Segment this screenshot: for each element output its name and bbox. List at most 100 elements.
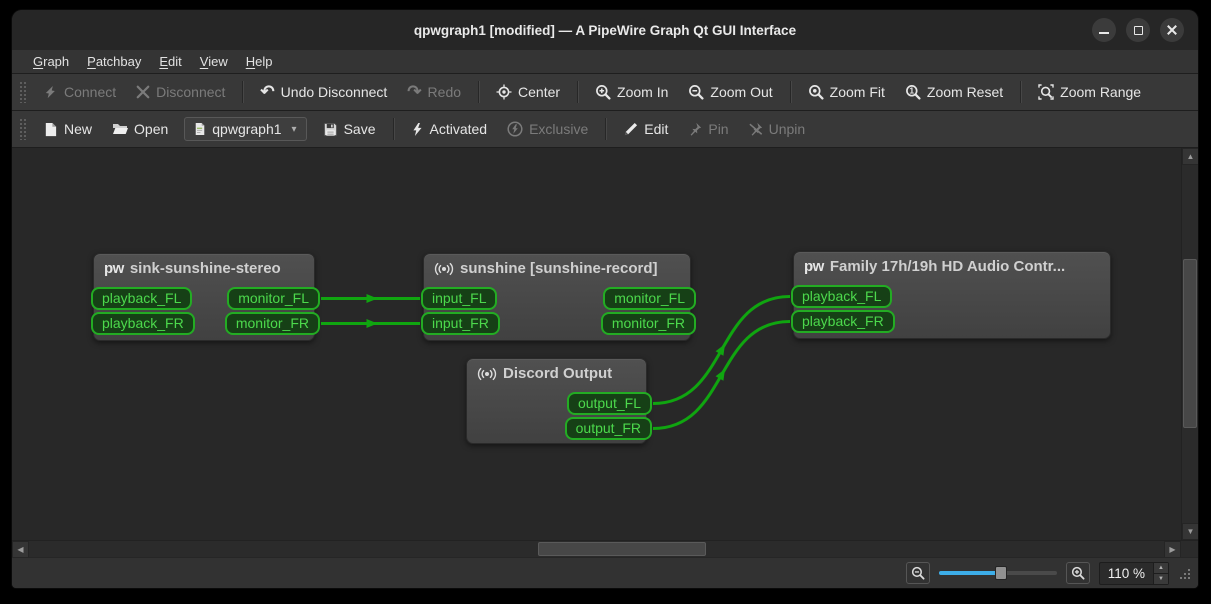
zoom-fit-button[interactable]: Zoom Fit bbox=[800, 79, 893, 105]
input-port-playback_FR[interactable]: playback_FR bbox=[791, 310, 895, 333]
connections-layer bbox=[321, 294, 791, 430]
toolbar-drag-handle[interactable] bbox=[19, 118, 26, 140]
vertical-scrollbar[interactable]: ▲ ▼ bbox=[1181, 148, 1198, 540]
input-port-input_FR[interactable]: input_FR bbox=[421, 312, 500, 335]
zoom-out-icon bbox=[689, 85, 704, 100]
new-button[interactable]: New bbox=[35, 116, 100, 142]
toolbar-separator bbox=[1020, 81, 1022, 103]
node-title: pw Family 17h/19h HD Audio Contr... bbox=[794, 252, 1110, 281]
graph-canvas[interactable]: pw sink-sunshine-stereo playback_FL playbac… bbox=[12, 148, 1181, 540]
vertical-scrollbar-track[interactable] bbox=[1182, 165, 1198, 523]
menu-help[interactable]: Help bbox=[237, 52, 282, 71]
activated-button[interactable]: Activated bbox=[403, 116, 496, 142]
zoom-slider-fill bbox=[938, 571, 1002, 575]
menu-graph[interactable]: Graph bbox=[24, 52, 78, 71]
output-port-monitor_FL[interactable]: monitor_FL bbox=[603, 287, 696, 310]
undo-button[interactable]: ↶ Undo Disconnect bbox=[252, 79, 395, 105]
scroll-right-icon: ▶ bbox=[1169, 545, 1176, 554]
exclusive-button[interactable]: Exclusive bbox=[499, 116, 596, 142]
scroll-right-button[interactable]: ▶ bbox=[1164, 541, 1181, 558]
zoom-range-button[interactable]: Zoom Range bbox=[1030, 79, 1149, 105]
center-button[interactable]: Center bbox=[488, 79, 568, 105]
node-title: Discord Output bbox=[467, 359, 646, 388]
titlebar[interactable]: qpwgraph1 [modified] — A PipeWire Graph … bbox=[12, 10, 1198, 50]
spin-down-button[interactable]: ▼ bbox=[1154, 572, 1168, 584]
node-title-text: sink-sunshine-stereo bbox=[129, 260, 281, 277]
menu-patchbay[interactable]: Patchbay bbox=[78, 52, 150, 71]
menu-edit[interactable]: Edit bbox=[150, 52, 190, 71]
stream-icon bbox=[434, 262, 454, 276]
vertical-scrollbar-thumb[interactable] bbox=[1183, 259, 1197, 428]
disconnect-icon bbox=[136, 85, 150, 99]
input-port-playback_FL[interactable]: playback_FL bbox=[91, 287, 193, 310]
scroll-left-button[interactable]: ◀ bbox=[12, 541, 29, 558]
exclusive-bolt-icon bbox=[507, 121, 523, 137]
statusbar: 110 % ▲ ▼ bbox=[12, 557, 1198, 588]
output-port-monitor_FL[interactable]: monitor_FL bbox=[227, 287, 320, 310]
toolbar-separator bbox=[577, 81, 579, 103]
connection-arrow-icon bbox=[715, 343, 726, 356]
disconnect-button[interactable]: Disconnect bbox=[128, 79, 233, 105]
pipewire-icon: pw bbox=[804, 258, 824, 275]
input-port-playback_FL[interactable]: playback_FL bbox=[791, 285, 893, 308]
output-port-monitor_FR[interactable]: monitor_FR bbox=[600, 312, 696, 335]
unpin-button[interactable]: Unpin bbox=[741, 116, 814, 142]
open-button[interactable]: Open bbox=[104, 116, 176, 142]
menu-patchbay-label: P bbox=[87, 54, 96, 69]
horizontal-scrollbar-thumb[interactable] bbox=[538, 542, 706, 556]
scroll-up-icon: ▲ bbox=[1186, 152, 1195, 161]
menubar: Graph Patchbay Edit View Help bbox=[12, 50, 1198, 74]
maximize-icon bbox=[1133, 25, 1143, 35]
zoom-spinbox[interactable]: 110 % ▲ ▼ bbox=[1098, 561, 1169, 585]
zoom-range-icon bbox=[1038, 84, 1054, 100]
save-button[interactable]: Save bbox=[315, 116, 384, 142]
toolbar-drag-handle[interactable] bbox=[19, 81, 26, 103]
menu-view-label: V bbox=[199, 54, 209, 69]
zoom-out-button[interactable]: Zoom Out bbox=[680, 79, 780, 105]
minimize-button[interactable] bbox=[1092, 18, 1116, 42]
scroll-down-button[interactable]: ▼ bbox=[1182, 523, 1198, 540]
edit-button[interactable]: Edit bbox=[615, 116, 676, 142]
resize-grip[interactable] bbox=[1178, 567, 1191, 580]
spin-up-button[interactable]: ▲ bbox=[1154, 562, 1168, 573]
maximize-button[interactable] bbox=[1126, 18, 1150, 42]
status-zoom-in-button[interactable] bbox=[1065, 562, 1090, 584]
zoom-in-button[interactable]: Zoom In bbox=[587, 79, 676, 105]
connect-button[interactable]: Connect bbox=[35, 79, 124, 105]
toolbar-separator bbox=[605, 118, 607, 140]
status-zoom-out-button[interactable] bbox=[905, 562, 930, 584]
input-port-playback_FR[interactable]: playback_FR bbox=[91, 312, 195, 335]
redo-icon: ↷ bbox=[407, 82, 422, 101]
horizontal-scrollbar-track[interactable] bbox=[29, 541, 1164, 557]
zoom-slider[interactable] bbox=[938, 563, 1057, 583]
open-folder-icon bbox=[113, 124, 129, 134]
zoom-slider-handle[interactable] bbox=[995, 566, 1008, 580]
redo-button[interactable]: ↷ Redo bbox=[399, 79, 469, 105]
session-combobox-value: qpwgraph1 bbox=[212, 121, 282, 137]
activated-bolt-icon bbox=[412, 122, 422, 136]
app-window: qpwgraph1 [modified] — A PipeWire Graph … bbox=[12, 10, 1198, 588]
svg-text:1: 1 bbox=[909, 86, 914, 96]
zoom-reset-button[interactable]: 1 Zoom Reset bbox=[897, 79, 1011, 105]
scrollbar-corner bbox=[1181, 541, 1198, 557]
output-port-monitor_FR[interactable]: monitor_FR bbox=[224, 312, 320, 335]
chevron-down-icon: ▾ bbox=[291, 123, 297, 135]
window-title: qpwgraph1 [modified] — A PipeWire Graph … bbox=[413, 22, 797, 38]
edit-pencil-icon bbox=[625, 122, 638, 135]
input-port-input_FL[interactable]: input_FL bbox=[421, 287, 498, 310]
output-port-output_FR[interactable]: output_FR bbox=[564, 417, 652, 440]
connection-arrow-icon bbox=[366, 294, 378, 303]
horizontal-scrollbar[interactable]: ◀ ▶ bbox=[12, 540, 1198, 558]
toolbar-separator bbox=[478, 81, 480, 103]
center-icon bbox=[496, 84, 512, 100]
zoom-in-icon bbox=[596, 85, 611, 100]
session-combobox[interactable]: qpwgraph1 ▾ bbox=[184, 117, 307, 141]
output-port-output_FL[interactable]: output_FL bbox=[566, 392, 652, 415]
node-title-text: sunshine [sunshine-record] bbox=[460, 260, 658, 277]
menu-view[interactable]: View bbox=[191, 52, 237, 71]
scroll-up-button[interactable]: ▲ bbox=[1182, 148, 1198, 165]
zoom-reset-icon: 1 bbox=[905, 85, 921, 100]
zoom-fit-icon bbox=[808, 85, 824, 100]
close-button[interactable] bbox=[1160, 18, 1184, 42]
pin-button[interactable]: Pin bbox=[680, 116, 736, 142]
